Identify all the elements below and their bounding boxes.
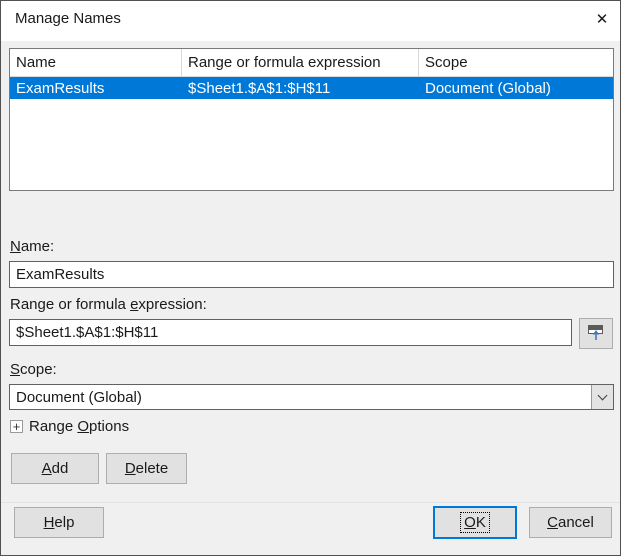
help-button[interactable]: Help [14,507,104,538]
list-header: Name Range or formula expression Scope [10,49,613,77]
named-ranges-list: Name Range or formula expression Scope E… [9,48,614,191]
close-button[interactable]: ✕ [586,1,618,37]
cancel-button[interactable]: Cancel [529,507,612,538]
delete-button[interactable]: Delete [106,453,187,484]
range-expression-label: Range or formula expression: [10,296,207,313]
titlebar: Manage Names ✕ [1,1,620,41]
range-options-expander[interactable]: + Range Options [10,417,130,435]
range-expression-input[interactable] [9,319,572,346]
list-row-examresults[interactable]: ExamResults $Sheet1.$A$1:$H$11 Document … [10,77,613,99]
column-header-range[interactable]: Range or formula expression [182,49,419,76]
close-icon: ✕ [595,11,609,28]
cell-scope: Document (Global) [425,79,551,97]
add-button-label: Add [41,460,69,477]
cancel-button-label: Cancel [547,514,594,531]
shrink-range-icon [587,324,606,344]
cell-range: $Sheet1.$A$1:$H$11 [188,79,331,97]
scope-dropdown[interactable]: Document (Global) [9,384,614,410]
manage-names-dialog: Manage Names ✕ Name Range or formula exp… [0,0,621,556]
help-button-label: Help [43,514,75,531]
name-label: Name: [10,238,55,255]
name-input[interactable] [9,261,614,288]
button-row-separator [1,502,620,503]
scope-selected-value: Document (Global) [16,388,142,406]
range-options-label: Range Options [29,417,130,435]
scope-label: Scope: [10,361,57,378]
cell-name: ExamResults [16,79,105,97]
column-header-name[interactable]: Name [10,49,182,76]
expand-plus-icon: + [10,419,23,433]
chevron-down-icon [597,390,608,400]
delete-button-label: Delete [124,460,169,477]
dialog-title: Manage Names [15,10,121,27]
scope-dropdown-button[interactable] [591,385,613,409]
ok-button[interactable]: OK [433,506,517,539]
add-button[interactable]: Add [11,453,99,484]
shrink-button[interactable] [579,318,613,349]
column-header-scope[interactable]: Scope [419,49,613,76]
ok-button-label: OK [460,512,490,533]
